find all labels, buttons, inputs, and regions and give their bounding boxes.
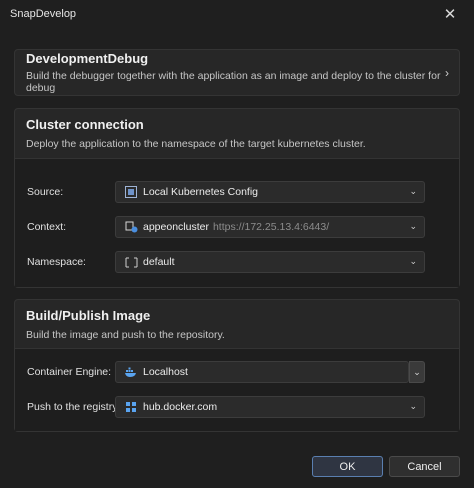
- context-label: Context:: [27, 221, 67, 233]
- window-title: SnapDevelop: [10, 8, 77, 20]
- debug-card-title: DevelopmentDebug: [26, 51, 149, 66]
- source-row: Source: Local Kubernetes Config ⌄: [15, 181, 459, 203]
- cluster-connection-card: Cluster connection Deploy the applicatio…: [14, 108, 460, 288]
- cluster-description: Deploy the application to the namespace …: [26, 138, 366, 150]
- engine-dropdown[interactable]: Localhost: [115, 361, 409, 383]
- engine-row: Container Engine: Localhost ⌄: [15, 361, 459, 383]
- namespace-icon: [124, 256, 138, 268]
- registry-row: Push to the registry: hub.docker.com ⌄: [15, 396, 459, 418]
- chevron-down-icon[interactable]: ⌄: [409, 256, 417, 267]
- build-body: Container Engine: Localhost ⌄ Push to th…: [15, 348, 459, 431]
- debug-card-description: Build the debugger together with the app…: [26, 70, 441, 94]
- source-label: Source:: [27, 186, 64, 198]
- namespace-dropdown[interactable]: default ⌄: [115, 251, 425, 273]
- context-dropdown[interactable]: appeoncluster https://172.25.13.4:6443/ …: [115, 216, 425, 238]
- chevron-down-icon[interactable]: ⌄: [409, 401, 417, 412]
- registry-dropdown[interactable]: hub.docker.com ⌄: [115, 396, 425, 418]
- chevron-down-icon[interactable]: ⌄: [409, 186, 417, 197]
- ok-button[interactable]: OK: [312, 456, 383, 477]
- docker-icon: [124, 366, 138, 378]
- close-icon[interactable]: ✕: [436, 2, 464, 26]
- namespace-value: default: [143, 256, 175, 268]
- build-description: Build the image and push to the reposito…: [26, 329, 225, 341]
- title-bar: SnapDevelop ✕: [0, 0, 474, 28]
- registry-label: Push to the registry:: [27, 401, 121, 413]
- engine-label: Container Engine:: [27, 366, 112, 378]
- debug-mode-card[interactable]: DevelopmentDebug Build the debugger toge…: [14, 49, 460, 96]
- kubernetes-config-icon: [124, 186, 138, 198]
- source-value: Local Kubernetes Config: [143, 186, 258, 198]
- context-row: Context: appeoncluster https://172.25.13…: [15, 216, 459, 238]
- cluster-body: Source: Local Kubernetes Config ⌄ Contex…: [15, 158, 459, 287]
- engine-value: Localhost: [143, 366, 188, 378]
- chevron-right-icon[interactable]: ›: [445, 66, 449, 80]
- engine-dropdown-button[interactable]: ⌄: [409, 361, 425, 383]
- registry-value: hub.docker.com: [143, 401, 218, 413]
- build-title: Build/Publish Image: [26, 308, 151, 323]
- context-name: appeoncluster: [143, 221, 209, 233]
- chevron-down-icon[interactable]: ⌄: [409, 221, 417, 232]
- namespace-row: Namespace: default ⌄: [15, 251, 459, 273]
- cancel-button[interactable]: Cancel: [389, 456, 460, 477]
- chevron-down-icon: ⌄: [413, 366, 421, 377]
- cluster-icon: [124, 221, 138, 233]
- context-url: https://172.25.13.4:6443/: [212, 221, 330, 233]
- cluster-title: Cluster connection: [26, 117, 144, 132]
- source-dropdown[interactable]: Local Kubernetes Config ⌄: [115, 181, 425, 203]
- build-publish-card: Build/Publish Image Build the image and …: [14, 299, 460, 432]
- registry-icon: [124, 401, 138, 413]
- namespace-label: Namespace:: [27, 256, 86, 268]
